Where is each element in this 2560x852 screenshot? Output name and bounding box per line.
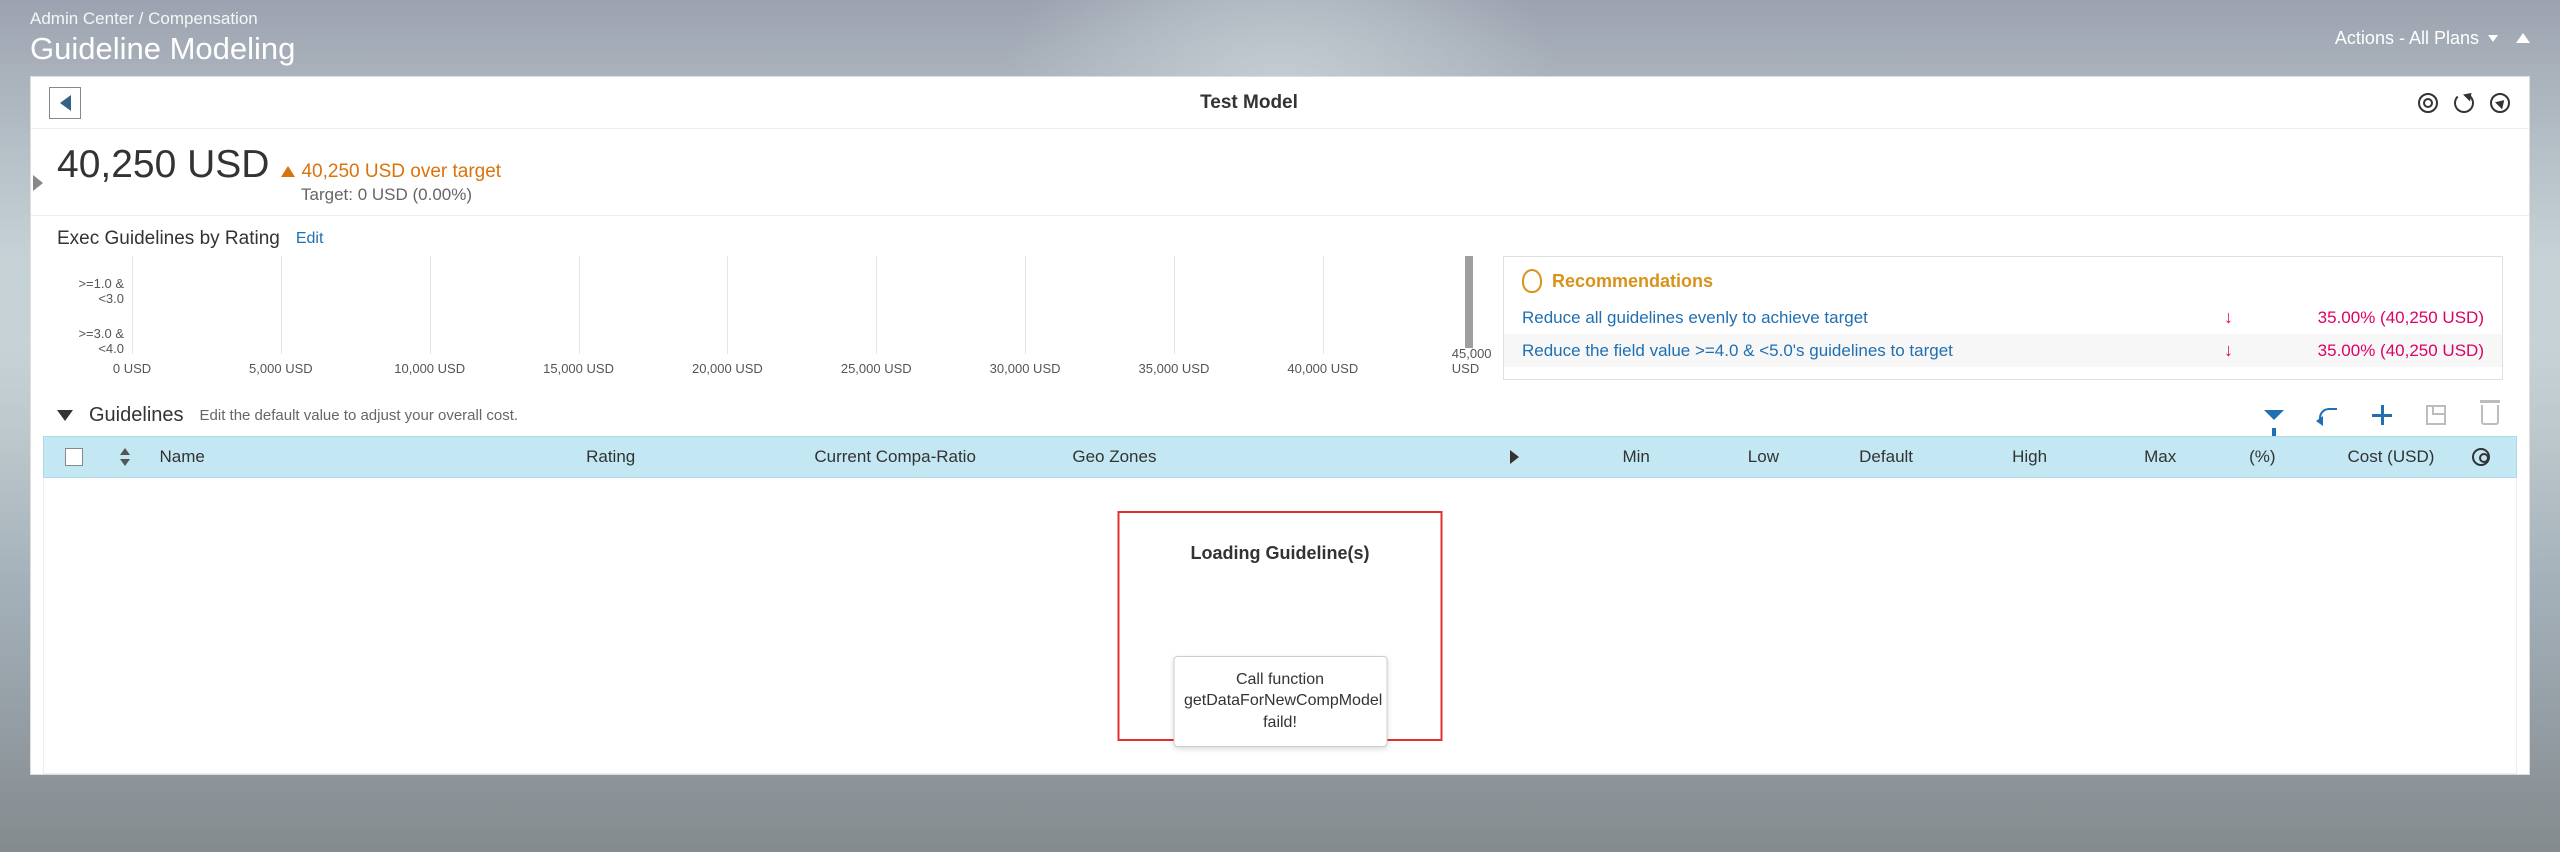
sort-column[interactable]	[104, 437, 148, 477]
undo-icon	[2319, 408, 2337, 422]
header-right: Actions - All Plans	[2335, 28, 2530, 49]
col-user[interactable]	[2446, 437, 2516, 477]
recommendation-value: 35.00% (40,250 USD)	[2264, 341, 2484, 361]
trash-icon	[2481, 405, 2499, 425]
save-icon	[2426, 405, 2446, 425]
arrow-down-icon: ↓	[2224, 307, 2264, 328]
recs-title: Recommendations	[1552, 271, 1713, 292]
left-panel-expand-icon[interactable]	[33, 175, 43, 191]
col-pct[interactable]: (%)	[2188, 437, 2287, 477]
summary-row: 40,250 USD 40,250 USD over target	[31, 129, 2529, 193]
arrow-down-icon: ↓	[2224, 340, 2264, 361]
chevron-left-icon	[60, 95, 71, 111]
col-max[interactable]: Max	[2059, 437, 2188, 477]
collapse-guidelines-icon[interactable]	[57, 410, 73, 421]
recommendations-panel: Recommendations Reduce all guidelines ev…	[1503, 256, 2503, 380]
col-geo[interactable]: Geo Zones	[1060, 437, 1496, 477]
col-default[interactable]: Default	[1791, 437, 1925, 477]
guidelines-title: Guidelines	[89, 404, 184, 427]
chart-overflow-bar	[1465, 256, 1473, 348]
sort-icon	[117, 448, 135, 466]
guidelines-desc: Edit the default value to adjust your ov…	[200, 407, 519, 424]
lightbulb-icon	[1522, 269, 1542, 293]
plus-icon	[2372, 405, 2392, 425]
model-card: Test Model 40,250 USD 40,250 USD over ta…	[30, 76, 2530, 775]
triangle-up-icon	[281, 166, 295, 177]
x-tick: 25,000 USD	[841, 361, 912, 376]
loading-title: Loading Guideline(s)	[1191, 543, 1370, 564]
recommendations-heading: Recommendations	[1504, 269, 2502, 301]
x-tick: 40,000 USD	[1287, 361, 1358, 376]
actions-all-plans-menu[interactable]: Actions - All Plans	[2335, 28, 2498, 49]
error-toast: Call function getDataForNewCompModel fai…	[1173, 656, 1387, 747]
refresh-button[interactable]	[2453, 92, 2475, 114]
settings-button[interactable]	[2417, 92, 2439, 114]
loading-overlay: Loading Guideline(s) Call function getDa…	[1118, 511, 1443, 741]
edit-chart-link[interactable]: Edit	[296, 230, 324, 248]
chart-body: >=1.0 & <3.0 >=3.0 & <4.0 0 USD 5,000 US…	[57, 256, 2503, 394]
col-cost[interactable]: Cost (USD)	[2288, 437, 2447, 477]
chart-title-row: Exec Guidelines by Rating Edit	[57, 222, 2503, 256]
more-columns-button[interactable]	[1497, 437, 1533, 477]
delta-text: 40,250 USD over target	[301, 161, 501, 183]
user-icon	[2472, 448, 2490, 466]
col-high[interactable]: High	[1925, 437, 2059, 477]
model-title: Test Model	[81, 92, 2417, 114]
col-low[interactable]: Low	[1662, 437, 1791, 477]
chevron-down-icon	[2488, 35, 2498, 42]
target-text: Target: 0 USD (0.00%)	[301, 185, 2529, 215]
over-target-delta: 40,250 USD over target	[281, 161, 501, 183]
breadcrumb[interactable]: Admin Center / Compensation	[30, 9, 295, 29]
table-header-row: Name Rating Current Compa-Ratio Geo Zone…	[43, 436, 2517, 478]
col-compa[interactable]: Current Compa-Ratio	[802, 437, 1060, 477]
delete-button	[2477, 402, 2503, 428]
card-toolbar	[2417, 92, 2511, 114]
y-tick-1: >=3.0 & <4.0	[54, 326, 124, 356]
chart-plot: >=1.0 & <3.0 >=3.0 & <4.0 0 USD 5,000 US…	[132, 256, 1473, 376]
table-body: Loading Guideline(s) Call function getDa…	[43, 478, 2517, 774]
undo-button[interactable]	[2315, 402, 2341, 428]
refresh-icon	[2454, 93, 2474, 113]
x-tick: 15,000 USD	[543, 361, 614, 376]
select-all-cell	[44, 437, 104, 477]
x-tick: 0 USD	[113, 361, 151, 376]
collapse-header-icon[interactable]	[2516, 33, 2530, 43]
filter-icon	[2264, 410, 2284, 420]
x-tick: 35,000 USD	[1139, 361, 1210, 376]
recommendation-row: Reduce all guidelines evenly to achieve …	[1504, 301, 2502, 334]
expand-icon	[2490, 93, 2510, 113]
col-rating[interactable]: Rating	[574, 437, 802, 477]
back-button[interactable]	[49, 87, 81, 119]
recommendation-row: Reduce the field value >=4.0 & <5.0's gu…	[1504, 334, 2502, 367]
x-tick: 45,000 USD	[1452, 346, 1492, 376]
x-tick: 20,000 USD	[692, 361, 763, 376]
fullscreen-button[interactable]	[2489, 92, 2511, 114]
total-amount: 40,250 USD	[57, 143, 269, 187]
page-title: Guideline Modeling	[30, 31, 295, 67]
y-tick-0: >=1.0 & <3.0	[54, 276, 124, 306]
save-button	[2423, 402, 2449, 428]
actions-label: Actions - All Plans	[2335, 28, 2479, 48]
col-name[interactable]: Name	[148, 437, 575, 477]
header-left: Admin Center / Compensation Guideline Mo…	[30, 9, 295, 67]
chart-section: Exec Guidelines by Rating Edit >=1.0 & <…	[31, 215, 2529, 394]
x-tick: 5,000 USD	[249, 361, 313, 376]
card-header: Test Model	[31, 77, 2529, 129]
chart-title: Exec Guidelines by Rating	[57, 228, 280, 250]
recommendation-value: 35.00% (40,250 USD)	[2264, 308, 2484, 328]
x-tick: 30,000 USD	[990, 361, 1061, 376]
recommendation-link[interactable]: Reduce all guidelines evenly to achieve …	[1522, 308, 2224, 328]
col-min[interactable]: Min	[1533, 437, 1662, 477]
select-all-checkbox[interactable]	[65, 448, 83, 466]
chevron-right-icon	[1510, 450, 1519, 464]
chart-area: >=1.0 & <3.0 >=3.0 & <4.0 0 USD 5,000 US…	[57, 256, 1473, 394]
x-tick: 10,000 USD	[394, 361, 465, 376]
gear-icon	[2418, 93, 2438, 113]
add-button[interactable]	[2369, 402, 2395, 428]
guidelines-header: Guidelines Edit the default value to adj…	[31, 394, 2529, 436]
recommendation-link[interactable]: Reduce the field value >=4.0 & <5.0's gu…	[1522, 341, 2224, 361]
page-header: Admin Center / Compensation Guideline Mo…	[0, 0, 2560, 76]
guidelines-toolbar	[2261, 402, 2503, 428]
filter-button[interactable]	[2261, 402, 2287, 428]
